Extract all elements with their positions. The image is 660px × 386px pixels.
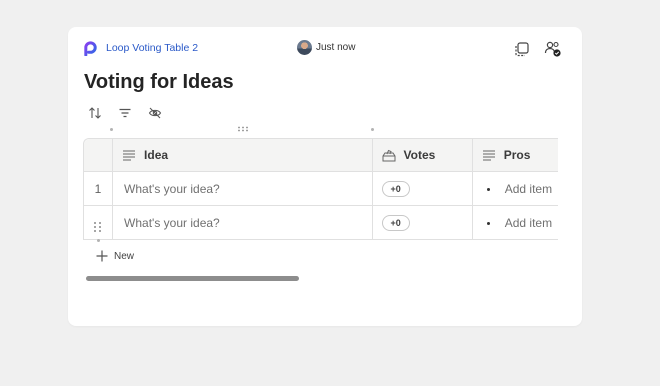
column-header-idea[interactable]: Idea: [113, 139, 373, 172]
votes-cell: +0: [372, 172, 473, 206]
avatar[interactable]: [297, 40, 312, 55]
table-header-row: Idea Votes Pros: [84, 139, 558, 172]
column-drag-handle-icon[interactable]: [237, 126, 249, 132]
voting-table-viewport: Idea Votes Pros 1 What's your idea? +0 A…: [83, 138, 558, 242]
plus-icon: [96, 250, 108, 262]
pros-cell[interactable]: Add item: [472, 172, 558, 206]
vote-button[interactable]: +0: [381, 180, 410, 197]
idea-cell[interactable]: What's your idea?: [113, 172, 373, 206]
pros-cell[interactable]: Add item: [472, 206, 558, 240]
column-resize-dot: [110, 128, 113, 131]
text-lines-icon: [482, 150, 495, 161]
copy-component-icon[interactable]: [513, 40, 531, 58]
bullet-icon: [486, 221, 490, 225]
hide-columns-icon: [148, 107, 162, 119]
column-header-votes[interactable]: Votes: [372, 139, 473, 172]
table-row: What's your idea? +0 Add item: [84, 206, 558, 240]
share-people-icon[interactable]: [544, 40, 562, 58]
scrollbar-thumb[interactable]: [86, 276, 299, 281]
hide-columns-button[interactable]: [146, 104, 164, 122]
component-name-link[interactable]: Loop Voting Table 2: [106, 42, 198, 54]
sort-button[interactable]: [86, 104, 104, 122]
column-resize-dot: [371, 128, 374, 131]
votes-cell: +0: [372, 206, 473, 240]
filter-button[interactable]: [116, 104, 134, 122]
column-label: Idea: [144, 148, 169, 162]
text-lines-icon: [123, 150, 136, 161]
page-title: Voting for Ideas: [84, 71, 234, 93]
sort-icon: [89, 107, 101, 119]
column-label: Votes: [403, 148, 436, 162]
bullet-icon: [486, 187, 490, 191]
row-index: 1: [84, 172, 114, 206]
row-drag-handle[interactable]: [84, 206, 114, 240]
row-index-header[interactable]: [84, 139, 114, 172]
vote-button[interactable]: +0: [381, 214, 410, 231]
horizontal-scrollbar[interactable]: [86, 276, 408, 281]
table-row: 1 What's your idea? +0 Add item: [84, 172, 558, 206]
idea-cell[interactable]: What's your idea?: [113, 206, 373, 240]
filter-icon: [119, 108, 131, 118]
drag-handle-icon: [94, 222, 102, 232]
new-row-label: New: [114, 250, 135, 262]
new-row-button[interactable]: New: [96, 250, 134, 262]
add-item-placeholder[interactable]: Add item: [505, 182, 552, 196]
presence-indicator: Just now: [297, 40, 355, 55]
loop-component-card: Loop Voting Table 2 Just now Voting for …: [68, 27, 582, 326]
last-edited-text: Just now: [316, 42, 356, 53]
component-header: Loop Voting Table 2 Just now: [68, 27, 582, 71]
row-resize-dot: [97, 239, 100, 242]
ballot-box-icon: [382, 149, 396, 161]
column-label: Pros: [503, 148, 531, 162]
table-toolbar: [86, 104, 164, 122]
column-header-pros[interactable]: Pros: [472, 139, 558, 172]
add-item-placeholder[interactable]: Add item: [505, 216, 552, 230]
voting-table: Idea Votes Pros 1 What's your idea? +0 A…: [83, 138, 558, 240]
loop-logo-icon: [84, 41, 97, 56]
